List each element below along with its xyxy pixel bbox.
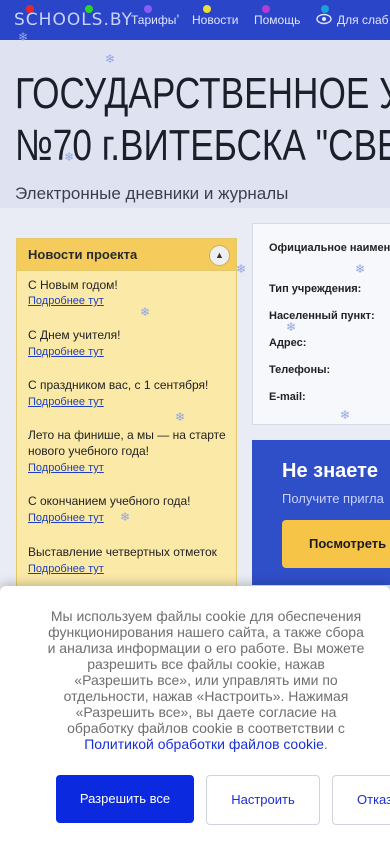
news-more-link[interactable]: Подробнее тут [28,462,104,474]
news-item-title: С Днем учителя! [28,328,121,342]
snowflake-icon: ❄ [236,262,247,276]
news-more-link[interactable]: Подробнее тут [28,563,104,575]
news-item-title: С окончанием учебного года! [28,494,191,508]
eye-icon[interactable] [316,12,332,29]
news-more-link[interactable]: Подробнее тут [28,295,104,307]
project-news-panel: Новости проекта ▲ С Новым годом! Подробн… [16,238,237,600]
nav-help-link[interactable]: Помощь [254,13,300,27]
nav-tariffs-mark: ⁸ [176,14,180,21]
news-panel-title: Новости проекта [28,247,138,262]
cookie-consent-text: Мы используем файлы cookie для обеспечен… [47,608,365,752]
snowflake-icon: ❄ [64,150,75,164]
news-more-link[interactable]: Подробнее тут [28,346,104,358]
promo-view-button[interactable]: Посмотреть [282,520,390,568]
promo-subtitle: Получите пригла [282,491,384,506]
news-more-link[interactable]: Подробнее тут [28,396,104,408]
info-address-label: Адрес: [269,337,307,349]
promo-banner: Не знаете Получите пригла Посмотреть [252,440,390,585]
cookie-consent-message: Мы используем файлы cookie для обеспечен… [47,608,365,736]
site-logo[interactable]: SCHOOLS.BY [14,10,133,30]
snowflake-icon: ❄ [175,410,186,424]
snowflake-icon: ❄ [355,262,366,276]
eye-icon-svg [316,13,332,25]
allow-all-button[interactable]: Разрешить все [56,775,194,823]
reject-button[interactable]: Отказ [332,775,390,825]
info-type-label: Тип учреждения: [269,283,362,295]
info-email-label: E-mail: [269,391,306,403]
news-item-title: Лето на финише, а мы — на старте нового … [28,428,226,458]
school-subtitle: Электронные дневники и журналы [15,184,289,203]
top-navigation-bar: SCHOOLS.BY Тарифы⁸ Новости Помощь Для сл… [0,0,390,40]
nav-tariffs-link[interactable]: Тарифы⁸ [131,13,179,27]
decor-dot-magenta [262,5,270,13]
news-item-title: Выставление четвертных отметок [28,545,217,559]
collapse-up-icon[interactable]: ▲ [209,245,230,266]
info-official-name-label: Официальное наимен [269,242,390,254]
news-more-link[interactable]: Подробнее тут [28,512,104,524]
snowflake-icon: ❄ [105,52,116,66]
snowflake-icon: ❄ [340,408,351,422]
news-item-title: С праздником вас, с 1 сентября! [28,378,209,392]
nav-accessibility-link[interactable]: Для слаб [337,13,389,27]
info-phones-label: Телефоны: [269,364,331,376]
school-header: ГОСУДАРСТВЕННОЕ УЧ №70 г.ВИТЕБСКА "СВЕ Эл… [0,40,390,208]
snowflake-icon: ❄ [140,305,151,319]
cookie-consent-dialog: Мы используем файлы cookie для обеспечен… [0,586,390,844]
cookie-policy-link[interactable]: Политикой обработки файлов cookie [84,736,324,752]
school-info-card: Официальное наимен Тип учреждения: Насел… [252,223,390,425]
configure-button[interactable]: Настроить [206,775,320,825]
news-item-title: С Новым годом! [28,278,118,292]
snowflake-icon: ❄ [18,30,29,44]
promo-title: Не знаете [282,460,379,482]
decor-dot-yellow [203,5,211,13]
nav-tariffs-label: Тарифы [131,13,177,27]
nav-news-link[interactable]: Новости [192,13,238,27]
decor-dot-purple [144,5,152,13]
news-panel-header: Новости проекта ▲ [17,239,236,271]
info-locality-label: Населенный пункт: [269,310,375,322]
snowflake-icon: ❄ [120,510,131,524]
school-title-line1: ГОСУДАРСТВЕННОЕ УЧ [15,69,390,118]
snowflake-icon: ❄ [286,320,297,334]
